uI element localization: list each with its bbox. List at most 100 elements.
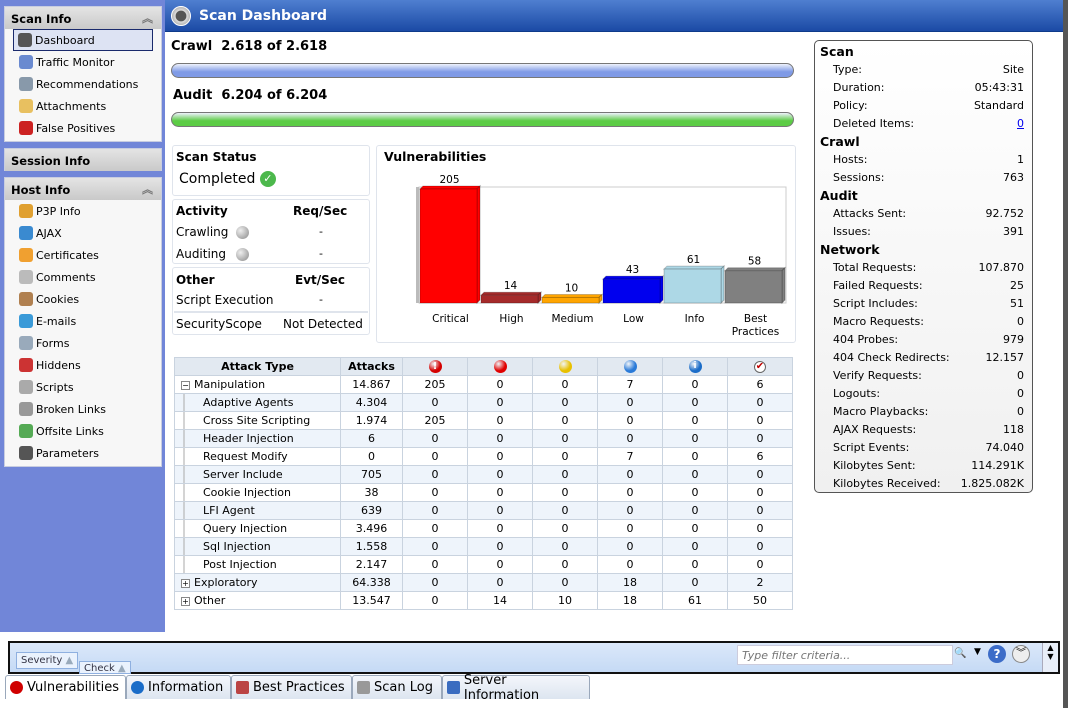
tab-best-practices[interactable]: Best Practices: [231, 675, 352, 699]
scan-summary-panel: Scan Type: Site Duration: 05:43:31 Policy: Sta…: [814, 40, 1033, 493]
attack-type-cell: Cookie Injection: [174, 483, 341, 502]
collapse-icon[interactable]: −: [181, 381, 190, 390]
summary-row: Script Events: 74.040: [820, 439, 1024, 457]
sidebar-item-comments[interactable]: Comments: [5, 266, 161, 288]
summary-value: 391: [1003, 225, 1024, 238]
filter-scrollbar[interactable]: ▲ ▼: [1042, 643, 1058, 672]
sidebar-item-label: Traffic Monitor: [36, 55, 115, 69]
col-low[interactable]: [597, 357, 663, 376]
securityscope-value: Not Detected: [283, 317, 363, 331]
sidebar-item-p3p-info[interactable]: P3P Info: [5, 200, 161, 222]
summary-key: Policy:: [833, 99, 868, 112]
tab-server-information[interactable]: Server Information: [442, 673, 590, 703]
audit-progress-bar: [171, 112, 794, 127]
col-attacks[interactable]: Attacks: [340, 357, 403, 376]
summary-key: Type:: [833, 63, 862, 76]
col-critical[interactable]: !: [402, 357, 468, 376]
severity-count-cell: 0: [597, 555, 663, 574]
tab-label: Best Practices: [253, 680, 345, 695]
host-info-panel: Host Info ︽ P3P Info AJAX Certificates Comme…: [4, 177, 162, 467]
group-chip-severity[interactable]: Severity ▲: [16, 652, 79, 669]
help-icon[interactable]: ?: [988, 645, 1006, 663]
medium-icon: [558, 360, 572, 374]
attack-type-cell: Query Injection: [174, 519, 341, 538]
sidebar-item-ajax[interactable]: AJAX: [5, 222, 161, 244]
bug-warning-icon: [19, 121, 33, 135]
table-row[interactable]: Cookie Injection 38 0 0 0 0 0 0: [174, 483, 793, 502]
category-label: High: [499, 313, 523, 325]
summary-row: Logouts: 0: [820, 385, 1024, 403]
table-row[interactable]: + Other 13.547 0 14 10 18 61 50: [174, 591, 793, 610]
severity-count-cell: 0: [597, 519, 663, 538]
summary-row: Type: Site: [820, 61, 1024, 79]
summary-row: Hosts: 1: [820, 151, 1024, 169]
sidebar-item-parameters[interactable]: Parameters: [5, 442, 161, 464]
vulnerabilities-chart-box: Vulnerabilities 205 Critical 14 High 10 Mediu…: [376, 145, 796, 343]
host-info-header[interactable]: Host Info ︽: [5, 178, 161, 200]
session-info-header[interactable]: Session Info: [5, 149, 161, 171]
sidebar-item-hiddens[interactable]: Hiddens: [5, 354, 161, 376]
table-row[interactable]: Query Injection 3.496 0 0 0 0 0 0: [174, 519, 793, 538]
attacks-cell: 705: [340, 465, 403, 484]
table-row[interactable]: Cross Site Scripting 1.974 205 0 0 0 0 0: [174, 411, 793, 430]
attack-type-cell: Request Modify: [174, 447, 341, 466]
panel-title: Scan Info: [11, 12, 72, 26]
sidebar-item-false-positives[interactable]: False Positives: [5, 117, 161, 139]
collapse-pane-icon[interactable]: ︾: [1012, 645, 1030, 663]
col-best-practice[interactable]: ✔: [727, 357, 793, 376]
sidebar-item-scripts[interactable]: Scripts: [5, 376, 161, 398]
table-row[interactable]: Request Modify 0 0 0 0 7 0 6: [174, 447, 793, 466]
table-row[interactable]: Adaptive Agents 4.304 0 0 0 0 0 0: [174, 393, 793, 412]
table-row[interactable]: Post Injection 2.147 0 0 0 0 0 0: [174, 555, 793, 574]
sidebar-item-e-mails[interactable]: E-mails: [5, 310, 161, 332]
sidebar-item-recommendations[interactable]: Recommendations: [5, 73, 161, 95]
session-info-panel[interactable]: Session Info: [4, 148, 162, 171]
bar-value-label: 14: [504, 280, 518, 292]
panel-title: Host Info: [11, 183, 71, 197]
group-chip-check[interactable]: Check ▲: [79, 661, 131, 674]
sidebar: Scan Info ︽ Dashboard Traffic Monitor Recom…: [0, 0, 165, 632]
comment-icon: [19, 270, 33, 284]
search-icon[interactable]: 🔍: [954, 648, 966, 659]
sidebar-item-dashboard[interactable]: Dashboard: [13, 29, 153, 51]
severity-count-cell: 0: [662, 573, 728, 592]
sidebar-item-offsite-links[interactable]: Offsite Links: [5, 420, 161, 442]
table-row[interactable]: Header Injection 6 0 0 0 0 0 0: [174, 429, 793, 448]
expand-icon[interactable]: +: [181, 597, 190, 606]
col-attack-type[interactable]: Attack Type: [174, 357, 341, 376]
tab-vulnerabilities[interactable]: Vulnerabilities: [5, 675, 126, 699]
table-row[interactable]: Server Include 705 0 0 0 0 0 0: [174, 465, 793, 484]
table-row[interactable]: + Exploratory 64.338 0 0 0 18 0 2: [174, 573, 793, 592]
scan-info-header[interactable]: Scan Info ︽: [5, 7, 161, 29]
tab-information[interactable]: Information: [126, 675, 231, 699]
collapse-icon[interactable]: ︽: [142, 181, 153, 197]
p3p-icon: [19, 204, 33, 218]
table-header-row: Attack Type Attacks ! i ✔: [174, 357, 793, 376]
table-row[interactable]: LFI Agent 639 0 0 0 0 0 0: [174, 501, 793, 520]
attacks-cell: 0: [340, 447, 403, 466]
sidebar-item-forms[interactable]: Forms: [5, 332, 161, 354]
expand-icon[interactable]: +: [181, 579, 190, 588]
table-row[interactable]: Sql Injection 1.558 0 0 0 0 0 0: [174, 537, 793, 556]
sidebar-item-traffic-monitor[interactable]: Traffic Monitor: [5, 51, 161, 73]
table-row[interactable]: − Manipulation 14.867 205 0 0 7 0 6: [174, 375, 793, 394]
summary-row: Kilobytes Sent: 114.291K: [820, 457, 1024, 475]
tab-scan-log[interactable]: Scan Log: [352, 675, 442, 699]
activity-box: Activity Req/Sec Crawling - Auditing -: [172, 199, 370, 264]
sidebar-item-cookies[interactable]: Cookies: [5, 288, 161, 310]
deleted-items-link[interactable]: 0: [1017, 115, 1024, 133]
col-high[interactable]: [467, 357, 533, 376]
col-medium[interactable]: [532, 357, 598, 376]
sidebar-item-broken-links[interactable]: Broken Links: [5, 398, 161, 420]
collapse-icon[interactable]: ︽: [142, 10, 153, 26]
summary-key: Script Events:: [833, 441, 910, 454]
severity-count-cell: 10: [532, 591, 598, 610]
sidebar-item-attachments[interactable]: Attachments: [5, 95, 161, 117]
securityscope-label: SecurityScope: [176, 317, 262, 331]
col-info[interactable]: i: [662, 357, 728, 376]
sidebar-item-certificates[interactable]: Certificates: [5, 244, 161, 266]
filter-input[interactable]: [737, 645, 953, 665]
attack-type-cell: + Exploratory: [174, 573, 341, 592]
dropdown-arrow-icon[interactable]: ▼: [974, 647, 981, 657]
summary-value: 118: [1003, 423, 1024, 436]
